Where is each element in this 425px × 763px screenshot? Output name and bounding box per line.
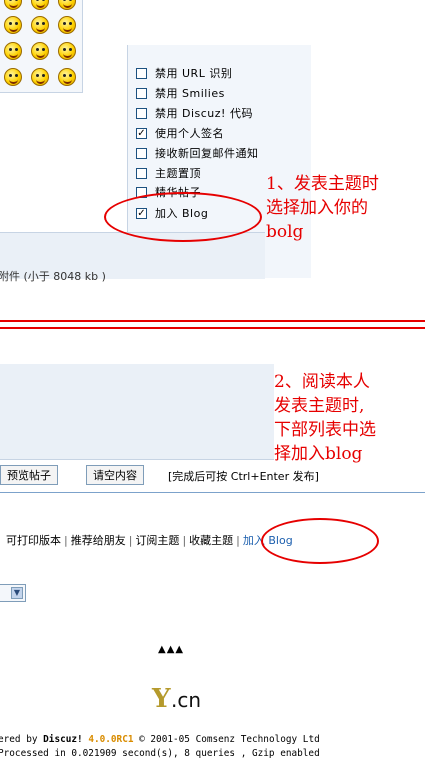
- copyright-text: © 2001-05 Comsenz Technology Ltd: [133, 734, 320, 745]
- option-label: 接收新回复邮件通知: [155, 147, 259, 160]
- annotation-line: 选择加入你的: [266, 198, 368, 218]
- annotation-step-2: 2、阅读本人 发表主题时, 下部列表中选 择加入blog: [274, 370, 376, 466]
- preview-button[interactable]: 预览帖子: [0, 465, 58, 485]
- option-label: 禁用 Discuz! 代码: [155, 107, 253, 120]
- annotation-line: 下部列表中选: [274, 420, 376, 440]
- thread-links-bar: 可打印版本 | 推荐给朋友 | 订阅主题 | 收藏主题 | 加入 Blog: [6, 532, 293, 548]
- back-to-top-icon[interactable]: ▲▲▲: [158, 644, 184, 655]
- option-disable-url[interactable]: 禁用 URL 识别: [136, 65, 232, 81]
- link-separator: |: [128, 534, 133, 547]
- checkbox-icon[interactable]: [136, 67, 147, 79]
- highlight-ellipse: [261, 518, 379, 564]
- smiley-icon[interactable]: [4, 0, 22, 10]
- option-label: 禁用 URL 识别: [155, 67, 233, 80]
- annotation-step-1: 1、发表主题时 选择加入你的 bolg: [266, 172, 379, 244]
- highlight-ellipse: [104, 192, 262, 242]
- smiley-icon[interactable]: [58, 0, 76, 10]
- annotation-line: 择加入blog: [274, 444, 363, 464]
- smiley-icon[interactable]: [4, 16, 22, 34]
- link-separator: |: [182, 534, 187, 547]
- powered-prefix: ered by: [0, 734, 44, 745]
- checkbox-icon[interactable]: [136, 87, 147, 99]
- separator-line: [0, 320, 425, 322]
- separator-line: [0, 327, 425, 329]
- dropdown-arrow-icon[interactable]: ▼: [11, 587, 23, 599]
- attachment-label: 附件 (小于 8048 kb ): [0, 270, 106, 283]
- annotation-line: 2、阅读本人: [274, 372, 370, 392]
- checkbox-icon[interactable]: ✓: [136, 127, 147, 139]
- option-use-signature[interactable]: ✓ 使用个人签名: [136, 125, 224, 141]
- option-email-notify[interactable]: 接收新回复邮件通知: [136, 145, 259, 161]
- clear-button[interactable]: 请空内容: [86, 465, 144, 485]
- checkbox-icon[interactable]: [136, 107, 147, 119]
- link-separator: |: [236, 534, 240, 547]
- site-logo: Y .cn: [152, 680, 212, 714]
- annotation-line: 发表主题时,: [274, 396, 365, 416]
- annotation-line: bolg: [266, 222, 304, 242]
- option-label: 禁用 Smilies: [155, 87, 225, 100]
- link-subscribe[interactable]: 订阅主题: [135, 534, 179, 547]
- stats-line: Processed in 0.021909 second(s), 8 queri…: [0, 748, 320, 759]
- brand-link[interactable]: Discuz!: [43, 734, 83, 745]
- smiley-icon[interactable]: [31, 16, 49, 34]
- option-label: 主题置顶: [155, 167, 201, 180]
- smiley-icon[interactable]: [58, 42, 76, 60]
- option-disable-smilies[interactable]: 禁用 Smilies: [136, 85, 225, 101]
- smiley-icon[interactable]: [4, 42, 22, 60]
- option-disable-discuz-code[interactable]: 禁用 Discuz! 代码: [136, 105, 253, 121]
- version-label: 4.0.0RC1: [88, 734, 134, 745]
- link-separator: |: [64, 534, 68, 547]
- link-printable[interactable]: 可打印版本: [6, 534, 61, 547]
- smiley-icon[interactable]: [58, 16, 76, 34]
- smilies-box: [0, 0, 83, 93]
- divider: [0, 492, 425, 493]
- checkbox-icon[interactable]: [136, 147, 147, 159]
- annotation-line: 1、发表主题时: [266, 174, 379, 194]
- option-sticky-thread[interactable]: 主题置顶: [136, 165, 201, 181]
- forum-jump-select[interactable]: ▼: [0, 584, 26, 602]
- checkbox-icon[interactable]: [136, 167, 147, 179]
- smiley-icon[interactable]: [31, 42, 49, 60]
- smiley-icon[interactable]: [31, 68, 49, 86]
- smiley-icon[interactable]: [31, 0, 49, 10]
- shortcut-hint: [完成后可按 Ctrl+Enter 发布]: [168, 470, 319, 483]
- smiley-icon[interactable]: [58, 68, 76, 86]
- powered-by-line: ered by Discuz! 4.0.0RC1 © 2001-05 Comse…: [0, 733, 320, 747]
- footer: ered by Discuz! 4.0.0RC1 © 2001-05 Comse…: [0, 733, 320, 761]
- smiley-icon[interactable]: [4, 68, 22, 86]
- editor-area[interactable]: [0, 364, 274, 460]
- logo-mark: Y: [152, 684, 171, 714]
- link-recommend[interactable]: 推荐给朋友: [71, 534, 126, 547]
- option-label: 使用个人签名: [155, 127, 224, 140]
- link-favorite[interactable]: 收藏主题: [189, 534, 233, 547]
- logo-tld: .cn: [171, 688, 202, 712]
